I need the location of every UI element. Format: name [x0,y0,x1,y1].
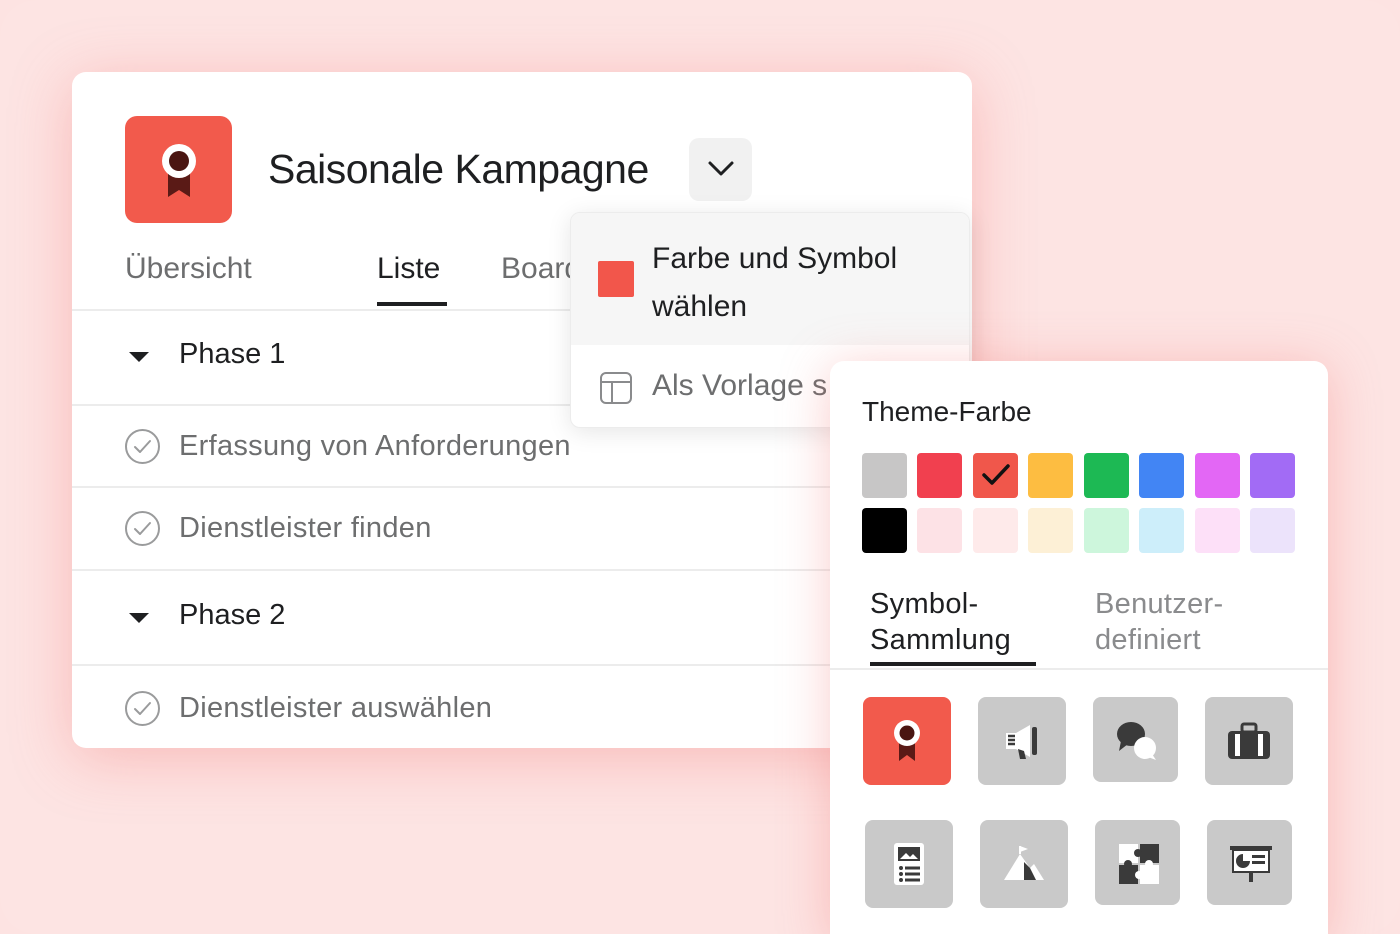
color-swatch[interactable] [1250,508,1295,553]
project-title: Saisonale Kampagne [268,146,649,192]
task-label: Dienstleister auswählen [179,692,493,724]
mountain-flag-icon [1004,846,1044,880]
icon-option-presentation[interactable] [1207,820,1292,905]
ribbon-award-icon [894,720,920,761]
color-swatch[interactable] [1028,508,1073,553]
icon-option-chat[interactable] [1093,697,1178,782]
color-swatch[interactable] [1028,453,1073,498]
color-icon-picker: Theme-Farbe Symbol- Sammlung Benutzer-def… [830,361,1328,934]
color-swatch[interactable] [1139,453,1184,498]
tab-list[interactable]: Liste [377,252,440,286]
briefcase-icon [1228,722,1270,759]
color-swatch[interactable] [1139,508,1184,553]
chat-bubbles-icon [1117,722,1156,760]
task-row[interactable]: Dienstleister auswählen [72,666,832,748]
color-swatch[interactable] [1084,508,1129,553]
color-swatch[interactable] [1195,508,1240,553]
divider [830,668,1328,670]
color-swatch[interactable] [917,508,962,553]
tab-overview[interactable]: Übersicht [125,252,252,286]
check-circle-icon[interactable] [124,510,161,547]
project-menu-button[interactable] [689,138,752,201]
ribbon-award-icon [162,144,196,197]
menu-item-color-icon[interactable]: Farbe und Symbol wählen [571,213,969,345]
check-circle-icon[interactable] [124,428,161,465]
caret-down-icon[interactable] [128,350,150,364]
presentation-board-icon [1230,846,1272,882]
color-swatch[interactable] [1250,453,1295,498]
color-swatch[interactable] [973,508,1018,553]
chevron-down-icon [708,161,734,176]
icon-option-ribbon[interactable] [863,697,951,785]
color-swatch[interactable] [917,453,962,498]
color-swatch-icon [598,261,634,297]
tab-icon-collection[interactable]: Symbol- Sammlung [870,586,1011,658]
megaphone-icon [1006,725,1037,759]
icon-option-puzzle[interactable] [1095,820,1180,905]
template-icon [600,372,632,404]
color-swatch[interactable] [973,453,1018,498]
task-row[interactable]: Dienstleister finden [72,488,832,570]
section-label: Phase 2 [179,599,286,631]
picker-tabs: Symbol- Sammlung Benutzer-definiert [830,586,1328,670]
menu-item-label: Farbe und Symbol wählen [652,242,898,323]
color-swatch[interactable] [1084,453,1129,498]
caret-down-icon[interactable] [128,611,150,625]
active-tab-indicator [377,302,447,306]
task-label: Dienstleister finden [179,512,432,544]
icon-option-mountain[interactable] [980,820,1068,908]
icon-option-document[interactable] [865,820,953,908]
document-image-icon [894,843,924,885]
tab-custom[interactable]: Benutzer-definiert [1095,586,1223,658]
project-icon[interactable] [125,116,232,223]
icon-option-megaphone[interactable] [978,697,1066,785]
checkmark-icon [982,464,1010,485]
section-label: Phase 1 [179,338,286,370]
menu-item-label: Als Vorlage s [652,369,828,402]
icon-option-briefcase[interactable] [1205,697,1293,785]
check-circle-icon[interactable] [124,690,161,727]
color-swatch[interactable] [862,508,907,553]
task-label: Erfassung von Anforderungen [179,430,571,462]
section-header[interactable]: Phase 2 [72,571,832,663]
picker-title: Theme-Farbe [862,396,1032,427]
active-tab-indicator [870,662,1036,666]
color-swatch[interactable] [1195,453,1240,498]
color-swatch[interactable] [862,453,907,498]
puzzle-icon [1119,844,1159,884]
